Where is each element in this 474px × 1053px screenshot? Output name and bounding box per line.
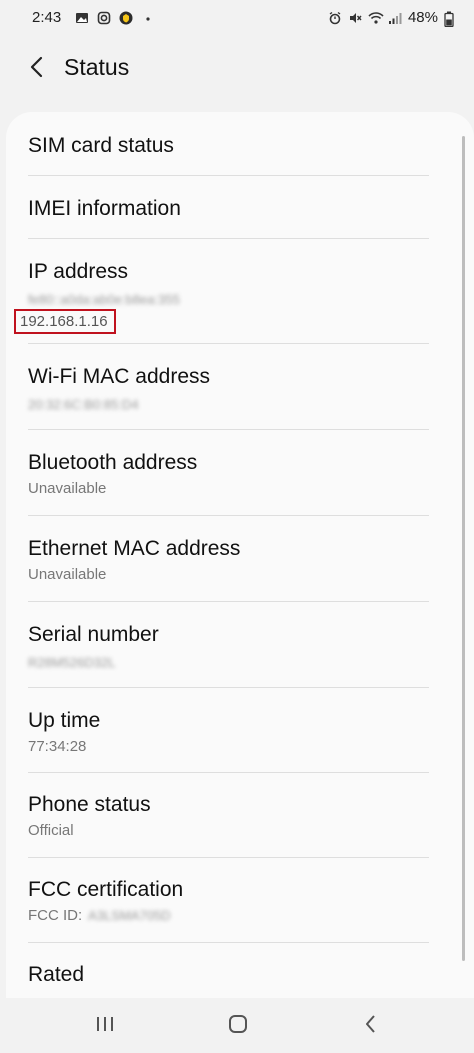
item-title: FCC certification — [28, 878, 184, 901]
recent-apps-button[interactable] — [90, 1012, 120, 1040]
item-title: Ethernet MAC address — [28, 537, 241, 560]
wifi-icon — [368, 11, 384, 25]
divider — [28, 601, 429, 602]
status-list: SIM card status IMEI information IP addr… — [6, 112, 474, 1000]
item-title: Up time — [28, 709, 101, 732]
back-icon — [363, 1014, 379, 1039]
status-time: 2:43 — [32, 9, 62, 26]
ip-address-highlight: 192.168.1.16 — [14, 309, 116, 334]
item-title: IP address — [28, 260, 129, 283]
item-subtitle: 77:34:28 — [28, 738, 87, 755]
instagram-icon — [97, 11, 111, 25]
item-subtitle: Unavailable — [28, 566, 107, 583]
recent-apps-icon — [94, 1015, 116, 1038]
signal-icon — [388, 11, 402, 25]
chevron-left-icon — [29, 56, 45, 83]
divider — [28, 515, 429, 516]
item-title: SIM card status — [28, 134, 174, 157]
list-item-rated[interactable]: Rated — [28, 963, 428, 987]
divider — [28, 942, 429, 943]
page-title: Status — [64, 54, 130, 80]
item-title: Serial number — [28, 623, 159, 646]
wifi-mac-blurred: 20:32:6C:B0:85:D4 — [28, 397, 139, 412]
item-title: Phone status — [28, 793, 151, 816]
alarm-icon — [328, 11, 342, 25]
item-subtitle: Official — [28, 822, 74, 839]
divider — [28, 857, 429, 858]
scrollbar[interactable] — [462, 136, 465, 961]
home-button[interactable] — [223, 1012, 253, 1040]
fcc-id-blurred: A3LSMA705D — [88, 908, 171, 923]
navigation-bar — [0, 998, 474, 1053]
item-title: Bluetooth address — [28, 451, 198, 474]
nav-back-button[interactable] — [356, 1012, 386, 1040]
list-item-imei-information[interactable]: IMEI information — [28, 197, 428, 221]
divider — [28, 175, 429, 176]
item-title: Wi-Fi MAC address — [28, 365, 211, 388]
item-subtitle: Unavailable — [28, 480, 107, 497]
divider — [28, 238, 429, 239]
list-item-ethernet-mac-address[interactable]: Ethernet MAC address Unavailable — [28, 537, 428, 583]
status-bar: 2:43 48% — [0, 0, 474, 36]
list-item-sim-card-status[interactable]: SIM card status — [28, 134, 428, 158]
app-header: Status — [0, 36, 474, 100]
list-item-bluetooth-address[interactable]: Bluetooth address Unavailable — [28, 451, 428, 497]
list-item-serial-number[interactable]: Serial number R28M526D32L — [28, 623, 428, 670]
list-item-ip-address[interactable]: IP address fe80::a0da:ab0e:b8ea:355 192.… — [14, 260, 428, 334]
item-title: IMEI information — [28, 197, 181, 220]
divider — [28, 687, 429, 688]
fcc-id-label: FCC ID: — [28, 907, 83, 924]
mute-icon — [348, 11, 362, 25]
divider — [28, 772, 429, 773]
item-title: Rated — [28, 963, 85, 986]
serial-number-blurred: R28M526D32L — [28, 655, 116, 670]
home-icon — [227, 1014, 249, 1039]
divider — [28, 343, 429, 344]
gallery-icon — [75, 11, 89, 25]
battery-icon — [444, 11, 458, 27]
battery-percent: 48% — [407, 9, 438, 26]
ipv6-address-blurred: fe80::a0da:ab0e:b8ea:355 — [28, 292, 180, 307]
norton-icon — [119, 11, 133, 25]
list-item-fcc-certification[interactable]: FCC certification FCC ID: A3LSMA705D — [28, 878, 428, 924]
divider — [28, 429, 429, 430]
back-button[interactable] — [22, 54, 52, 84]
list-item-wifi-mac-address[interactable]: Wi-Fi MAC address 20:32:6C:B0:85:D4 — [28, 365, 428, 412]
list-item-up-time[interactable]: Up time 77:34:28 — [28, 709, 428, 755]
list-item-phone-status[interactable]: Phone status Official — [28, 793, 428, 839]
dot-icon — [141, 11, 155, 25]
